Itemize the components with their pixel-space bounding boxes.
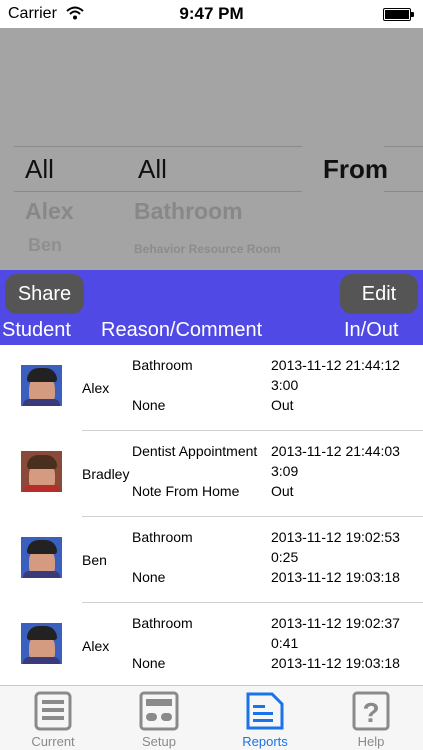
- student-avatar: [21, 451, 62, 492]
- time-out: Out: [271, 483, 294, 499]
- edit-button[interactable]: Edit: [340, 274, 418, 314]
- tab-label: Reports: [242, 734, 288, 749]
- time-in: 2013-11-12 19:02:53: [271, 529, 400, 545]
- setup-icon: [139, 691, 179, 731]
- status-bar: Carrier 9:47 PM: [0, 0, 423, 28]
- comment-text: None: [132, 397, 166, 413]
- student-name: Alex: [82, 638, 110, 654]
- time-out: 2013-11-12 19:03:18: [271, 655, 400, 671]
- duration: 3:09: [271, 463, 299, 479]
- reason-text: Dentist Appointment: [132, 443, 258, 459]
- duration: 3:00: [271, 377, 299, 393]
- comment-text: Note From Home: [132, 483, 240, 499]
- student-name: Bradley: [82, 466, 130, 482]
- table-row[interactable]: Alex Bathroom None 2013-11-12 19:02:37 0…: [0, 603, 423, 685]
- student-picker-option[interactable]: Ben: [28, 235, 62, 256]
- duration: 0:41: [271, 635, 299, 651]
- time-out: 2013-11-12 19:03:18: [271, 569, 400, 585]
- tab-label: Help: [357, 734, 385, 749]
- student-picker-selected[interactable]: All: [25, 154, 54, 185]
- student-avatar: [21, 537, 62, 578]
- table-row[interactable]: Ben Bathroom None 2013-11-12 19:02:53 0:…: [0, 517, 423, 603]
- list-icon: [34, 691, 72, 731]
- tab-label: Current: [31, 734, 75, 749]
- reason-picker-option[interactable]: Bathroom: [134, 198, 243, 225]
- student-name: Alex: [82, 380, 110, 396]
- filter-picker[interactable]: All Alex Ben All Bathroom Behavior Resou…: [0, 28, 423, 270]
- reason-text: Bathroom: [132, 615, 193, 631]
- tab-setup[interactable]: Setup: [106, 686, 212, 750]
- clock: 9:47 PM: [179, 4, 244, 23]
- time-in: 2013-11-12 21:44:12: [271, 357, 400, 373]
- share-button[interactable]: Share: [5, 274, 84, 314]
- comment-text: None: [132, 569, 166, 585]
- report-list[interactable]: Alex Bathroom None 2013-11-12 21:44:12 3…: [0, 345, 423, 685]
- table-row[interactable]: Alex Bathroom None 2013-11-12 21:44:12 3…: [0, 345, 423, 431]
- reason-text: Bathroom: [132, 357, 193, 373]
- student-avatar: [21, 623, 62, 664]
- reason-picker-selected[interactable]: All: [138, 154, 167, 185]
- column-header-inout: In/Out: [344, 319, 399, 341]
- table-row[interactable]: Bradley Dentist Appointment Note From Ho…: [0, 431, 423, 517]
- column-header-student: Student: [2, 319, 71, 341]
- battery-icon: [383, 8, 414, 21]
- tab-current[interactable]: Current: [0, 686, 106, 750]
- reports-icon: [246, 692, 284, 730]
- date-picker-from[interactable]: From: [323, 154, 388, 185]
- reason-text: Bathroom: [132, 529, 193, 545]
- student-avatar: [21, 365, 62, 406]
- student-name: Ben: [82, 552, 107, 568]
- help-icon: ?: [352, 691, 390, 731]
- tab-reports[interactable]: Reports: [212, 686, 318, 750]
- tab-bar: Current Setup Reports ? Help: [0, 685, 423, 750]
- column-header-reason: Reason/Comment: [101, 319, 263, 341]
- comment-text: None: [132, 655, 166, 671]
- time-in: 2013-11-12 19:02:37: [271, 615, 400, 631]
- report-toolbar: Share Edit Student Reason/Comment In/Out: [0, 270, 423, 345]
- svg-text:?: ?: [362, 697, 379, 728]
- tab-help[interactable]: ? Help: [318, 686, 423, 750]
- time-in: 2013-11-12 21:44:03: [271, 443, 400, 459]
- reason-picker-option[interactable]: Behavior Resource Room: [134, 242, 281, 256]
- tab-label: Setup: [142, 734, 176, 749]
- student-picker-option[interactable]: Alex: [25, 198, 74, 225]
- duration: 0:25: [271, 549, 299, 565]
- time-out: Out: [271, 397, 294, 413]
